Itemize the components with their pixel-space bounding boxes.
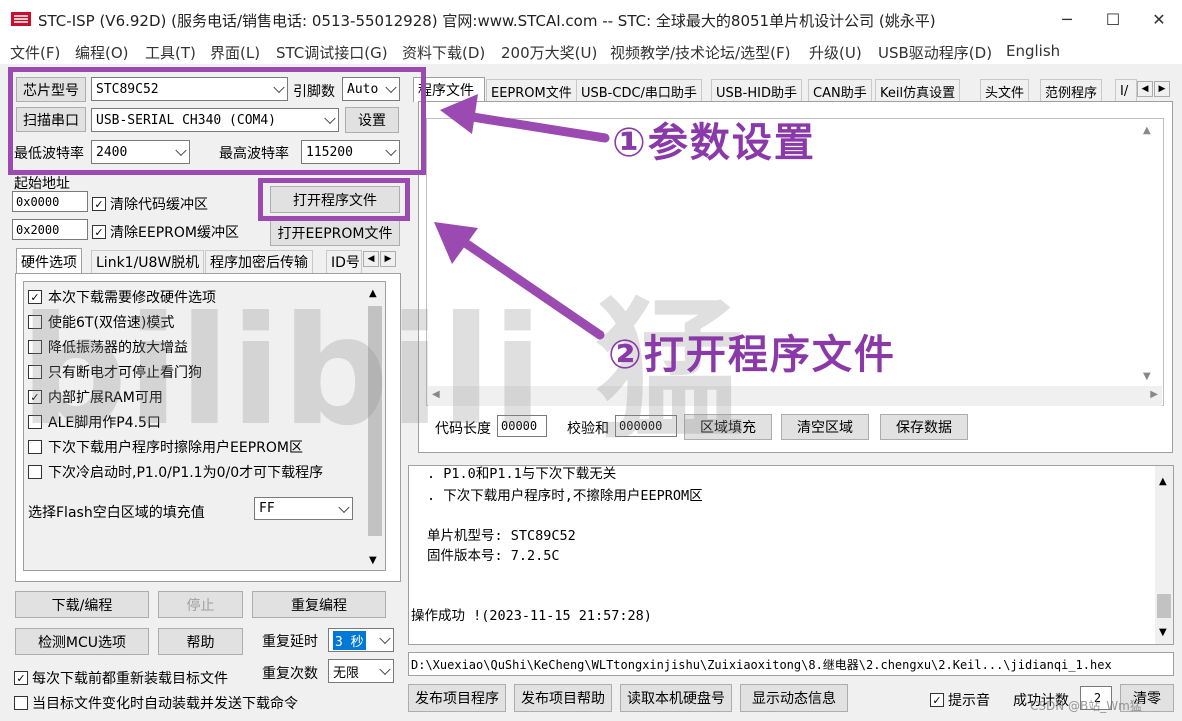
repeat-count-select[interactable]: 无限: [328, 659, 394, 683]
annotation-arrow-1: [440, 94, 610, 143]
save-data-button[interactable]: 保存数据: [880, 414, 968, 440]
menu-upgrade[interactable]: 升级(U): [809, 42, 862, 63]
close-button[interactable]: ✕: [1136, 0, 1182, 38]
log-line: . 下次下载用户程序时,不擦除用户EEPROM区: [427, 488, 703, 504]
auto-load-checkbox[interactable]: 当目标文件变化时自动装载并发送下载命令: [14, 693, 298, 713]
publish-project-button[interactable]: 发布项目程序: [408, 684, 506, 712]
clear-code-checkbox[interactable]: ✓ 清除代码缓冲区: [92, 194, 208, 214]
file-path-field[interactable]: D:\Xuexiao\QuShi\KeCheng\WLTtongxinjishu…: [408, 652, 1174, 676]
menu-tools[interactable]: 工具(T): [145, 42, 196, 63]
chevron-down-icon: [379, 632, 391, 645]
help-button[interactable]: 帮助: [158, 628, 243, 655]
flash-fill-label: 选择Flash空白区域的填充值: [28, 505, 205, 521]
tab-usb-hid[interactable]: USB-HID助手: [711, 79, 802, 102]
output-log[interactable]: . P1.0和P1.1与下次下载无关 . 下次下载用户程序时,不擦除用户EEPR…: [408, 465, 1174, 645]
menu-debug[interactable]: STC调试接口(G): [276, 42, 388, 63]
log-line: 操作成功 !(2023-11-15 21:57:28): [411, 608, 652, 624]
flash-fill-value: FF: [259, 501, 275, 516]
menu-usb-driver[interactable]: USB驱动程序(D): [878, 42, 992, 63]
menu-prize[interactable]: 200万大奖(U): [501, 42, 597, 63]
repeat-count-label: 重复次数: [262, 666, 318, 682]
csdn-watermark: CSDN @B站_Wm猛: [1030, 699, 1142, 713]
sound-checkbox[interactable]: ✓ 提示音: [930, 690, 990, 710]
clear-code-label: 清除代码缓冲区: [110, 197, 208, 213]
reload-label: 每次下载前都重新装载目标文件: [32, 671, 228, 687]
scroll-up-icon[interactable]: ▲: [1143, 125, 1151, 136]
sound-label: 提示音: [948, 693, 990, 709]
detect-mcu-button[interactable]: 检测MCU选项: [15, 628, 149, 655]
show-dynamic-info-button[interactable]: 显示动态信息: [740, 684, 848, 712]
code-address-input[interactable]: 0x0000: [12, 191, 88, 212]
clear-eeprom-checkbox[interactable]: ✓ 清除EEPROM缓冲区: [92, 222, 239, 242]
auto-load-label: 当目标文件变化时自动装载并发送下载命令: [32, 696, 298, 712]
scroll-right-icon[interactable]: ▶: [1150, 389, 1158, 400]
menu-file[interactable]: 文件(F): [10, 42, 60, 63]
repeat-delay-value: 3 秒: [333, 630, 366, 650]
tab-io[interactable]: I/: [1115, 79, 1137, 102]
chevron-down-icon: [338, 501, 350, 513]
log-line: 单片机型号: STC89C52: [427, 528, 576, 544]
eeprom-address-input[interactable]: 0x2000: [12, 219, 88, 240]
checkbox-empty-icon: [28, 465, 42, 479]
scroll-down-icon[interactable]: ▼: [1143, 371, 1151, 382]
maximize-button[interactable]: ☐: [1090, 0, 1136, 38]
window-title: STC-ISP (V6.92D) (服务电话/销售电话: 0513-550129…: [38, 12, 936, 30]
annotation-arrow-2: [434, 222, 605, 340]
log-line: . P1.0和P1.1与下次下载无关: [427, 466, 617, 482]
annotation-box-params: [8, 67, 426, 175]
tab-scroll-left-icon[interactable]: ◀: [1137, 81, 1153, 97]
annotation-step2: ②打开程序文件: [608, 332, 896, 378]
start-address-label: 起始地址: [14, 176, 70, 192]
scroll-up-icon[interactable]: ▲: [1159, 476, 1167, 487]
read-disk-id-button[interactable]: 读取本机硬盘号: [620, 684, 732, 712]
hex-scrollbar[interactable]: ▲ ▼: [1136, 120, 1162, 402]
publish-help-button[interactable]: 发布项目帮助: [514, 684, 612, 712]
tab-can[interactable]: CAN助手: [808, 79, 872, 102]
annotation-step1: ①参数设置: [612, 120, 816, 166]
stop-button[interactable]: 停止: [158, 591, 243, 618]
tab-scroll-right-icon[interactable]: ▶: [1154, 81, 1170, 97]
minimize-button[interactable]: ─: [1044, 0, 1090, 38]
tab-header-file[interactable]: 头文件: [980, 79, 1030, 102]
checkbox-empty-icon: [14, 696, 28, 710]
open-eeprom-file-button[interactable]: 打开EEPROM文件: [270, 220, 400, 246]
clear-eeprom-label: 清除EEPROM缓冲区: [110, 225, 239, 241]
scroll-thumb[interactable]: [1157, 594, 1171, 618]
menu-english[interactable]: English: [1006, 42, 1060, 60]
log-scrollbar[interactable]: ▲ ▼: [1155, 466, 1173, 644]
menu-program[interactable]: 编程(O): [75, 42, 129, 63]
chevron-down-icon: [379, 663, 391, 676]
reload-checkbox[interactable]: ✓ 每次下载前都重新装载目标文件: [14, 668, 228, 688]
stc-app-icon: [11, 12, 31, 26]
menu-video[interactable]: 视频教学/技术论坛/选型(F): [610, 42, 790, 63]
repeat-count-value: 无限: [333, 665, 360, 681]
tab-examples[interactable]: 范例程序: [1040, 79, 1103, 102]
download-program-button[interactable]: 下载/编程: [15, 591, 149, 618]
checkbox-check-icon: ✓: [14, 671, 28, 685]
clear-area-button[interactable]: 清空区域: [781, 414, 869, 440]
reprogram-button[interactable]: 重复编程: [252, 591, 386, 618]
log-line: 固件版本号: 7.2.5C: [427, 548, 560, 564]
scroll-down-icon[interactable]: ▼: [1159, 627, 1167, 638]
tab-keil-sim[interactable]: Keil仿真设置: [875, 79, 961, 102]
menu-download[interactable]: 资料下载(D): [402, 42, 485, 63]
checkbox-check-icon: ✓: [92, 197, 106, 211]
scroll-down-icon[interactable]: ▼: [369, 555, 377, 566]
annotation-box-open-file: [258, 178, 410, 221]
menu-interface[interactable]: 界面(L): [210, 42, 260, 63]
flash-fill-select[interactable]: FF: [254, 497, 353, 520]
repeat-delay-select[interactable]: 3 秒: [328, 628, 394, 652]
checkbox-check-icon: ✓: [92, 225, 106, 239]
repeat-delay-label: 重复延时: [262, 634, 318, 650]
checkbox-check-icon: ✓: [930, 693, 944, 707]
